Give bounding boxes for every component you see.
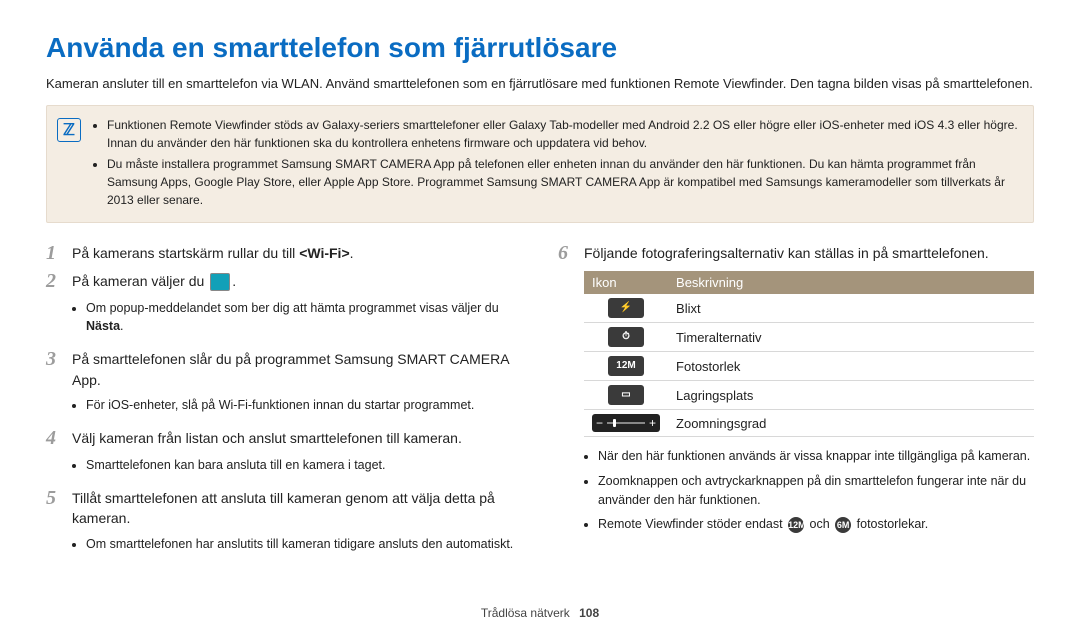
step-2-sub: Om popup-meddelandet som ber dig att häm… <box>72 299 522 335</box>
rn3-post: fotostorlekar. <box>853 517 928 531</box>
th-desc: Beskrivning <box>668 271 1034 294</box>
row-desc: Fotostorlek <box>668 352 1034 381</box>
right-note: Remote Viewfinder stöder endast 12M och … <box>598 515 1034 534</box>
rn3-pre: Remote Viewfinder stöder endast <box>598 517 786 531</box>
step-3-sub-text: För iOS-enheter, slå på Wi-Fi-funktionen… <box>86 396 522 414</box>
photo-size-12m-icon: 12M <box>788 517 804 533</box>
th-icon: Ikon <box>584 271 668 294</box>
table-row: ▭ Lagringsplats <box>584 381 1034 410</box>
step-5-sub-text: Om smarttelefonen har anslutits till kam… <box>86 535 522 553</box>
row-desc: Zoomningsgrad <box>668 410 1034 437</box>
step-number: 2 <box>46 269 72 293</box>
note-box: ℤ Funktionen Remote Viewfinder stöds av … <box>46 105 1034 223</box>
step-number: 5 <box>46 486 72 529</box>
table-row: −+ Zoomningsgrad <box>584 410 1034 437</box>
page-title: Använda en smarttelefon som fjärrutlösar… <box>46 32 1034 64</box>
step-2-pre: På kameran väljer du <box>72 273 208 289</box>
right-note: Zoomknappen och avtryckarknappen på din … <box>598 472 1034 510</box>
step-1: 1 På kamerans startskärm rullar du till … <box>46 241 522 265</box>
step-5-sub: Om smarttelefonen har anslutits till kam… <box>72 535 522 553</box>
table-row: 12M Fotostorlek <box>584 352 1034 381</box>
step-4-sub: Smarttelefonen kan bara ansluta till en … <box>72 456 522 474</box>
step-4-sub-text: Smarttelefonen kan bara ansluta till en … <box>86 456 522 474</box>
flash-icon: ⚡ <box>608 298 644 318</box>
note-icon: ℤ <box>57 118 81 142</box>
step-6-text: Följande fotograferingsalternativ kan st… <box>584 241 1034 265</box>
note-list: Funktionen Remote Viewfinder stöds av Ga… <box>93 116 1021 212</box>
step-number: 3 <box>46 347 72 390</box>
step-2: 2 På kameran väljer du . <box>46 269 522 293</box>
step-number: 4 <box>46 426 72 450</box>
note-item: Funktionen Remote Viewfinder stöds av Ga… <box>107 116 1021 152</box>
step-3-text: På smarttelefonen slår du på programmet … <box>72 347 522 390</box>
photo-size-6m-icon: 6M <box>835 517 851 533</box>
row-desc: Timeralternativ <box>668 323 1034 352</box>
options-table: Ikon Beskrivning ⚡ Blixt ⏱ Timeralternat… <box>584 271 1034 437</box>
right-notes: När den här funktionen används är vissa … <box>584 447 1034 534</box>
step-4-text: Välj kameran från listan och anslut smar… <box>72 426 522 450</box>
right-note: När den här funktionen används är vissa … <box>598 447 1034 466</box>
step-1-pre: På kamerans startskärm rullar du till <box>72 245 299 261</box>
step-1-bold: <Wi-Fi> <box>299 245 349 261</box>
page-footer: Trådlösa nätverk 108 <box>0 606 1080 620</box>
table-row: ⏱ Timeralternativ <box>584 323 1034 352</box>
row-desc: Lagringsplats <box>668 381 1034 410</box>
row-desc: Blixt <box>668 294 1034 323</box>
step-2-post: . <box>232 273 236 289</box>
timer-icon: ⏱ <box>608 327 644 347</box>
step-3-sub: För iOS-enheter, slå på Wi-Fi-funktionen… <box>72 396 522 414</box>
step-2-sub-post: . <box>120 319 123 333</box>
step-3: 3 På smarttelefonen slår du på programme… <box>46 347 522 390</box>
step-6: 6 Följande fotograferingsalternativ kan … <box>558 241 1034 265</box>
left-column: 1 På kamerans startskärm rullar du till … <box>46 241 522 565</box>
footer-section: Trådlösa nätverk <box>481 606 570 620</box>
table-row: ⚡ Blixt <box>584 294 1034 323</box>
step-5: 5 Tillåt smarttelefonen att ansluta till… <box>46 486 522 529</box>
step-1-post: . <box>350 245 354 261</box>
step-5-text: Tillåt smarttelefonen att ansluta till k… <box>72 486 522 529</box>
remote-viewfinder-icon <box>210 273 230 291</box>
storage-icon: ▭ <box>608 385 644 405</box>
step-number: 6 <box>558 241 584 265</box>
step-number: 1 <box>46 241 72 265</box>
note-item: Du måste installera programmet Samsung S… <box>107 155 1021 209</box>
right-column: 6 Följande fotograferingsalternativ kan … <box>558 241 1034 565</box>
intro-paragraph: Kameran ansluter till en smarttelefon vi… <box>46 76 1034 91</box>
footer-page-number: 108 <box>579 606 599 620</box>
zoom-icon: −+ <box>592 414 660 432</box>
step-4: 4 Välj kameran från listan och anslut sm… <box>46 426 522 450</box>
step-2-sub-bold: Nästa <box>86 319 120 333</box>
step-2-sub-text: Om popup-meddelandet som ber dig att häm… <box>86 301 499 315</box>
size-icon: 12M <box>608 356 644 376</box>
rn3-mid: och <box>806 517 833 531</box>
